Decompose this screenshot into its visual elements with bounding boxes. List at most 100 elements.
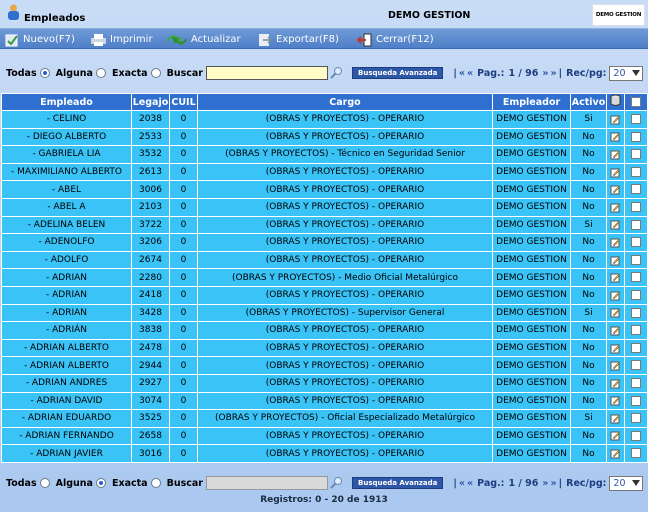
table-row[interactable]: - ABEL 3006 0 (OBRAS Y PROYECTOS) - OPERARI… [1,180,648,199]
col-empleador[interactable]: Empleador [492,93,571,111]
table-row[interactable]: - ADRIAN ANDRES 2927 0 (OBRAS Y PROYECTOS) … [1,373,648,393]
col-cuil[interactable]: CUIL [169,93,198,111]
row-checkbox[interactable] [631,202,641,213]
row-checkbox[interactable] [631,307,641,318]
company-logo: DEMO GESTION [592,4,645,26]
todas-radio[interactable] [39,68,50,78]
row-checkbox[interactable] [631,272,641,283]
row-checkbox[interactable] [631,254,641,265]
row-checkbox[interactable] [631,289,641,300]
first-page-link[interactable]: « [459,478,465,489]
exacta-radio[interactable] [150,478,161,488]
table-row[interactable]: - ADRIAN EDUARDO 3525 0 (OBRAS Y PROYECTOS)… [1,409,648,428]
row-checkbox[interactable] [631,430,641,441]
todas-radio[interactable] [39,478,50,488]
col-empleado[interactable]: Empleado [1,93,132,111]
edit-icon[interactable] [610,378,621,389]
row-checkbox[interactable] [631,360,641,371]
last-page-link[interactable]: » [551,68,557,79]
edit-icon[interactable] [610,430,621,441]
edit-icon[interactable] [610,290,621,301]
table-row[interactable]: - MAXIMILIANO ALBERTO 2613 0 (OBRAS Y PROYE… [1,162,648,182]
edit-icon[interactable] [610,272,621,283]
select-all-checkbox[interactable] [631,97,641,107]
table-row[interactable]: - ADRIAN 2418 0 (OBRAS Y PROYECTOS) - OPERA… [1,285,648,305]
advanced-search-button[interactable]: Busqueda Avanzada [352,477,444,489]
row-checkbox[interactable] [631,448,641,459]
table-row[interactable]: - ABEL A 2103 0 (OBRAS Y PROYECTOS) - OPERA… [1,197,648,217]
edit-icon[interactable] [610,131,621,142]
edit-icon[interactable] [610,219,621,230]
next-page-link[interactable]: » [542,68,548,79]
row-checkbox[interactable] [631,413,641,424]
exacta-radio[interactable] [150,68,161,78]
edit-icon[interactable] [610,114,621,125]
row-checkbox[interactable] [631,114,641,125]
row-checkbox[interactable] [631,395,641,406]
prev-page-link[interactable]: « [467,478,473,489]
exportar-button[interactable]: Exportar(F8) [257,32,339,47]
edit-icon[interactable] [610,448,621,459]
edit-icon[interactable] [610,307,621,318]
edit-icon[interactable] [610,184,621,195]
cell-cargo: (OBRAS Y PROYECTOS) - Técnico en Segurid… [197,145,493,164]
table-row[interactable]: - DIEGO ALBERTO 2533 0 (OBRAS Y PROYECTOS) … [1,127,648,147]
row-checkbox[interactable] [631,131,641,142]
last-page-link[interactable]: » [551,478,557,489]
imprimir-button[interactable]: Imprimir [90,32,153,47]
edit-icon[interactable] [610,167,621,178]
col-cargo[interactable]: Cargo [197,93,493,111]
nuevo-button[interactable]: Nuevo(F7) [4,32,75,47]
edit-icon[interactable] [610,255,621,266]
alguna-radio[interactable] [95,68,106,78]
row-checkbox[interactable] [631,237,641,248]
next-page-link[interactable]: » [542,478,548,489]
row-checkbox[interactable] [631,166,641,177]
edit-icon[interactable] [610,395,621,406]
alguna-radio[interactable] [95,478,106,488]
cell-empleado: - ADRIAN ALBERTO [1,338,132,358]
actualizar-button[interactable]: Actualizar [166,32,241,47]
edit-icon[interactable] [610,325,621,336]
table-row[interactable]: - ADRIÁN 3838 0 (OBRAS Y PROYECTOS) - OPERA… [1,321,648,340]
cell-empleador: DEMO GESTION [492,321,571,340]
row-checkbox[interactable] [631,184,641,195]
table-row[interactable]: - ADRIAN JAVIER 3016 0 (OBRAS Y PROYECTOS) … [1,444,648,463]
prev-page-link[interactable]: « [467,68,473,79]
edit-icon[interactable] [610,149,621,160]
edit-icon[interactable] [610,360,621,371]
recpg-select[interactable]: 20 [609,65,644,81]
row-checkbox[interactable] [631,325,641,336]
search-icon[interactable] [330,66,344,80]
table-row[interactable]: - ADRIAN ALBERTO 2944 0 (OBRAS Y PROYECTOS)… [1,356,648,375]
row-checkbox[interactable] [631,149,641,160]
table-row[interactable]: - GABRIELA LIA 3532 0 (OBRAS Y PROYECTOS) -… [1,145,648,164]
col-activo[interactable]: Activo [570,93,607,111]
table-row[interactable]: - ADRIAN DAVID 3074 0 (OBRAS Y PROYECTOS) -… [1,391,648,411]
cerrar-button[interactable]: Cerrar(F12) [357,32,434,47]
edit-icon[interactable] [610,202,621,213]
table-row[interactable]: - ADENOLFO 3206 0 (OBRAS Y PROYECTOS) - OPE… [1,233,648,252]
recpg-select[interactable]: 20 [609,475,644,491]
search-icon[interactable] [330,476,344,490]
table-row[interactable]: - ADRIAN ALBERTO 2478 0 (OBRAS Y PROYECTOS)… [1,338,648,358]
advanced-search-button[interactable]: Busqueda Avanzada [352,67,444,79]
table-row[interactable]: - ADOLFO 2674 0 (OBRAS Y PROYECTOS) - OPERA… [1,250,648,270]
search-input[interactable] [206,476,328,490]
search-input[interactable] [206,66,328,80]
edit-icon[interactable] [610,343,621,354]
table-row[interactable]: - ADRIAN 3428 0 (OBRAS Y PROYECTOS) - Super… [1,303,648,323]
row-checkbox[interactable] [631,377,641,388]
table-row[interactable]: - ADRIAN 2280 0 (OBRAS Y PROYECTOS) - Medio… [1,268,648,287]
edit-icon[interactable] [610,237,621,248]
table-row[interactable]: - CELINO 2038 0 (OBRAS Y PROYECTOS) - OPERA… [1,110,648,129]
col-legajo[interactable]: Legajo [131,93,170,111]
table-row[interactable]: - ADELINA BELEN 3722 0 (OBRAS Y PROYECTOS) … [1,215,648,235]
first-page-link[interactable]: « [459,68,465,79]
row-checkbox[interactable] [631,342,641,353]
row-checkbox[interactable] [631,219,641,230]
edit-icon[interactable] [610,413,621,424]
cell-legajo: 3722 [131,215,170,235]
table-row[interactable]: - ADRIAN FERNANDO 2658 0 (OBRAS Y PROYECTOS… [1,426,648,446]
cell-select [624,233,648,252]
